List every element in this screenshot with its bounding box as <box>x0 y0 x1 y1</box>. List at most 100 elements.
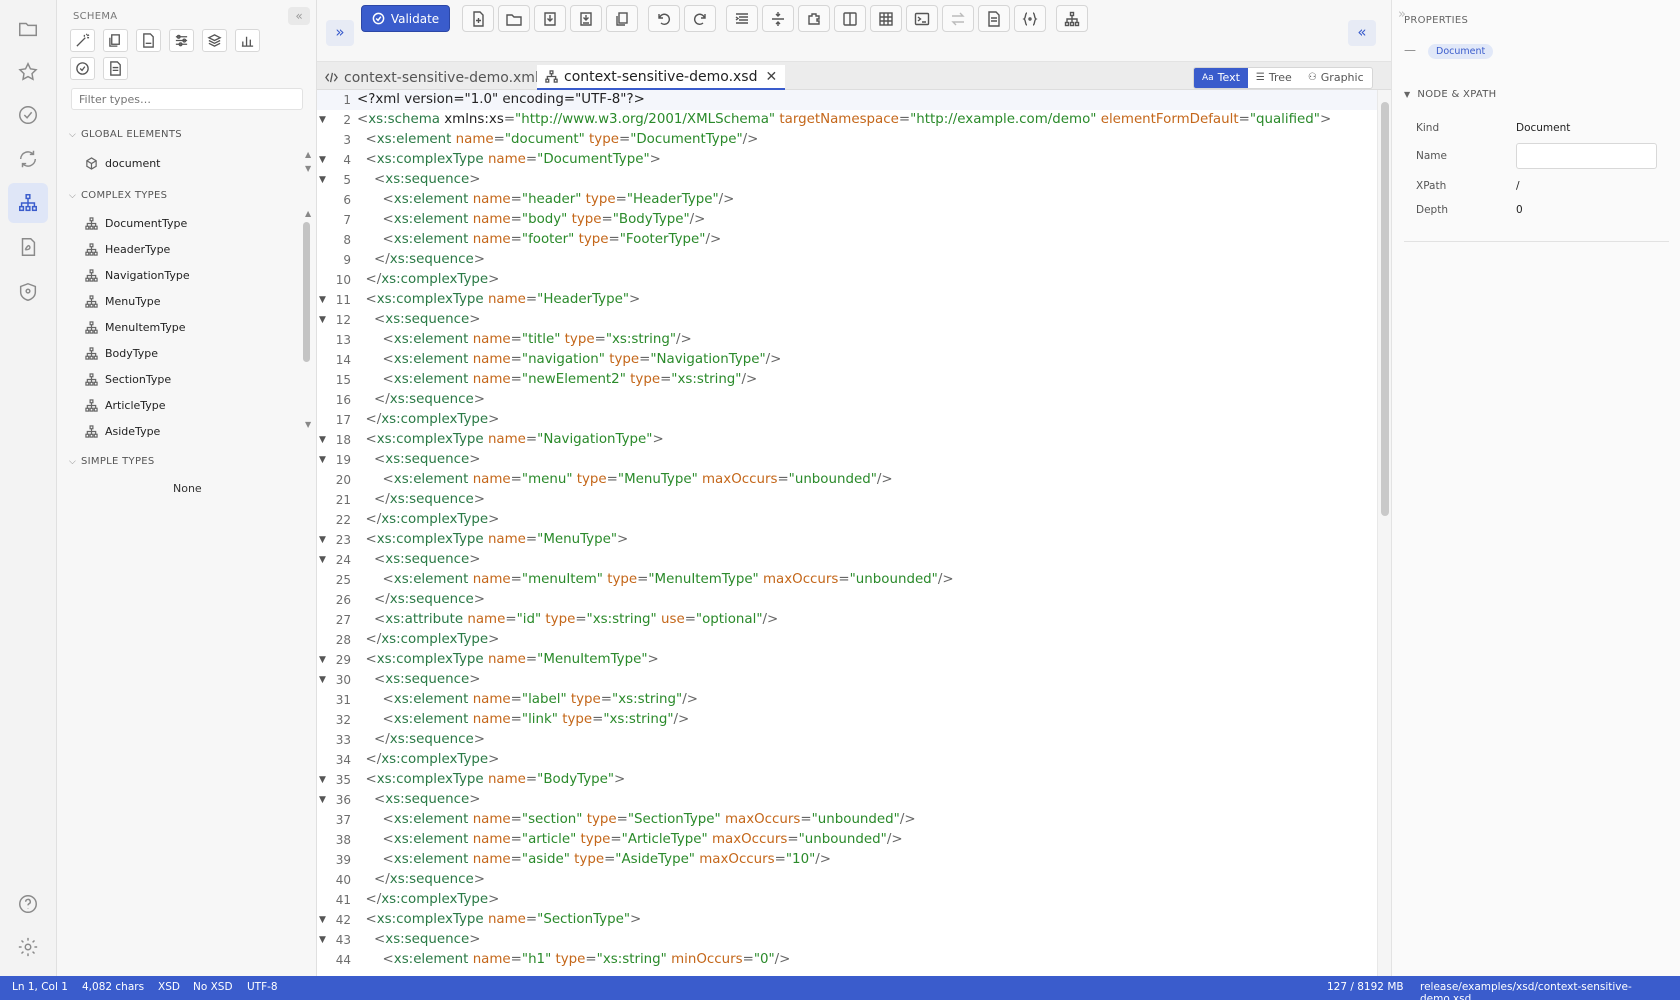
collapse-all-button[interactable] <box>762 5 794 32</box>
code-line[interactable]: 40 </xs:sequence> <box>317 870 1377 890</box>
fold-toggle-icon[interactable]: ▼ <box>319 310 326 330</box>
copy-icon[interactable] <box>103 29 129 52</box>
terminal-button[interactable] <box>906 5 938 32</box>
table-button[interactable] <box>870 5 902 32</box>
code-line[interactable]: 30 ▼ <xs:sequence> <box>317 670 1377 690</box>
complex-type-item[interactable]: BodyType <box>85 347 158 360</box>
code-line[interactable]: 1 <?xml version="1.0" encoding="UTF-8"?> <box>317 90 1377 110</box>
code-line[interactable]: 28 </xs:complexType> <box>317 630 1377 650</box>
shield-icon[interactable] <box>8 272 48 312</box>
check-circle-icon[interactable] <box>70 57 95 80</box>
scroll-down-icon[interactable]: ▼ <box>305 164 311 173</box>
code-line[interactable]: 17 </xs:complexType> <box>317 410 1377 430</box>
encoding[interactable]: UTF-8 <box>247 981 278 993</box>
fold-toggle-icon[interactable]: ▼ <box>319 450 326 470</box>
xml-file-icon[interactable] <box>136 29 162 52</box>
code-line[interactable]: 2 ▼ <xs:schema xmlns:xs="http://www.w3.org… <box>317 110 1377 130</box>
json-button[interactable] <box>1014 5 1046 32</box>
split-view-button[interactable] <box>834 5 866 32</box>
fold-toggle-icon[interactable]: ▼ <box>319 650 326 670</box>
code-line[interactable]: 41 </xs:complexType> <box>317 890 1377 910</box>
open-folder-button[interactable] <box>498 5 530 32</box>
name-field[interactable] <box>1516 143 1657 169</box>
code-line[interactable]: 25 <xs:element name="menuItem" type="Men… <box>317 570 1377 590</box>
editor-scroll-thumb[interactable] <box>1381 102 1389 516</box>
code-line[interactable]: 4 ▼ <xs:complexType name="DocumentType"> <box>317 150 1377 170</box>
validate-button[interactable]: Validate <box>361 5 450 32</box>
code-editor[interactable]: 1 <?xml version="1.0" encoding="UTF-8"?> 2… <box>317 90 1391 976</box>
complex-type-item[interactable]: DocumentType <box>85 217 187 230</box>
settings-icon[interactable] <box>8 927 48 967</box>
fold-toggle-icon[interactable]: ▼ <box>319 430 326 450</box>
close-tab-icon[interactable]: ✕ <box>765 69 777 85</box>
code-line[interactable]: 36 ▼ <xs:sequence> <box>317 790 1377 810</box>
code-line[interactable]: 29 ▼ <xs:complexType name="MenuItemType"> <box>317 650 1377 670</box>
code-line[interactable]: 14 <xs:element name="navigation" type="N… <box>317 350 1377 370</box>
layers-icon[interactable] <box>202 29 228 52</box>
cursor-position[interactable]: Ln 1, Col 1 <box>12 981 68 993</box>
fold-toggle-icon[interactable]: ▼ <box>319 530 326 550</box>
tab-xsd[interactable]: context-sensitive-demo.xsd ✕ <box>537 65 786 90</box>
code-line[interactable]: 7 <xs:element name="body" type="BodyType… <box>317 210 1377 230</box>
wand-icon[interactable] <box>70 29 95 52</box>
fold-toggle-icon[interactable]: ▼ <box>319 670 326 690</box>
language-mode[interactable]: XSD <box>158 981 180 993</box>
complex-type-item[interactable]: MenuType <box>85 295 160 308</box>
code-line[interactable]: 10 </xs:complexType> <box>317 270 1377 290</box>
fold-toggle-icon[interactable]: ▼ <box>319 910 326 930</box>
code-line[interactable]: 31 <xs:element name="label" type="xs:str… <box>317 690 1377 710</box>
document-button[interactable] <box>978 5 1010 32</box>
node-xpath-section[interactable]: ▼ NODE & XPATH <box>1404 89 1496 100</box>
complex-type-item[interactable]: HeaderType <box>85 243 170 256</box>
code-line[interactable]: 3 <xs:element name="document" type="Docu… <box>317 130 1377 150</box>
code-line[interactable]: 37 <xs:element name="section" type="Sect… <box>317 810 1377 830</box>
fold-toggle-icon[interactable]: ▼ <box>319 110 326 130</box>
save-button[interactable] <box>534 5 566 32</box>
complex-type-item[interactable]: AsideType <box>85 425 160 438</box>
complex-type-item[interactable]: ArticleType <box>85 399 166 412</box>
code-line[interactable]: 35 ▼ <xs:complexType name="BodyType"> <box>317 770 1377 790</box>
code-line[interactable]: 20 <xs:element name="menu" type="MenuTyp… <box>317 470 1377 490</box>
code-line[interactable]: 27 <xs:attribute name="id" type="xs:stri… <box>317 610 1377 630</box>
expand-sidebar-button[interactable]: » <box>326 20 354 46</box>
code-line[interactable]: 12 ▼ <xs:sequence> <box>317 310 1377 330</box>
code-line[interactable]: 13 <xs:element name="title" type="xs:str… <box>317 330 1377 350</box>
help-icon[interactable] <box>8 884 48 924</box>
view-text-button[interactable]: Aa Text <box>1194 68 1248 88</box>
swap-button[interactable] <box>942 5 974 32</box>
fold-toggle-icon[interactable]: ▼ <box>319 550 326 570</box>
code-line[interactable]: 18 ▼ <xs:complexType name="NavigationType… <box>317 430 1377 450</box>
code-line[interactable]: 8 <xs:element name="footer" type="Footer… <box>317 230 1377 250</box>
check-circle-icon[interactable] <box>8 95 48 135</box>
undo-button[interactable] <box>648 5 680 32</box>
plugin-button[interactable] <box>798 5 830 32</box>
fold-toggle-icon[interactable]: ▼ <box>319 790 326 810</box>
document-icon[interactable] <box>103 57 129 80</box>
star-icon[interactable] <box>8 52 48 92</box>
code-line[interactable]: 23 ▼ <xs:complexType name="MenuType"> <box>317 530 1377 550</box>
scroll-down-icon[interactable]: ▼ <box>305 420 311 429</box>
code-line[interactable]: 24 ▼ <xs:sequence> <box>317 550 1377 570</box>
redo-button[interactable] <box>684 5 716 32</box>
bar-chart-icon[interactable] <box>235 29 261 52</box>
global-element-item[interactable]: document <box>85 157 161 170</box>
complex-type-item[interactable]: SectionType <box>85 373 171 386</box>
sync-icon[interactable] <box>8 139 48 179</box>
code-line[interactable]: 34 </xs:complexType> <box>317 750 1377 770</box>
code-line[interactable]: 42 ▼ <xs:complexType name="SectionType"> <box>317 910 1377 930</box>
fold-toggle-icon[interactable]: ▼ <box>319 170 326 190</box>
save-as-button[interactable] <box>570 5 602 32</box>
pdf-icon[interactable] <box>8 227 48 267</box>
code-line[interactable]: 6 <xs:element name="header" type="Header… <box>317 190 1377 210</box>
code-line[interactable]: 39 <xs:element name="aside" type="AsideT… <box>317 850 1377 870</box>
simple-types-section[interactable]: ⌵ SIMPLE TYPES <box>69 456 155 467</box>
code-line[interactable]: 5 ▼ <xs:sequence> <box>317 170 1377 190</box>
sidebar-scrollbar[interactable] <box>303 222 310 362</box>
fold-toggle-icon[interactable]: ▼ <box>319 290 326 310</box>
collapse-properties-button[interactable]: « <box>1348 20 1376 46</box>
code-line[interactable]: 21 </xs:sequence> <box>317 490 1377 510</box>
filter-types-input[interactable] <box>71 88 303 110</box>
schema-status[interactable]: No XSD <box>193 981 233 993</box>
view-tree-button[interactable]: ☰ Tree <box>1248 68 1300 88</box>
complex-type-item[interactable]: NavigationType <box>85 269 190 282</box>
